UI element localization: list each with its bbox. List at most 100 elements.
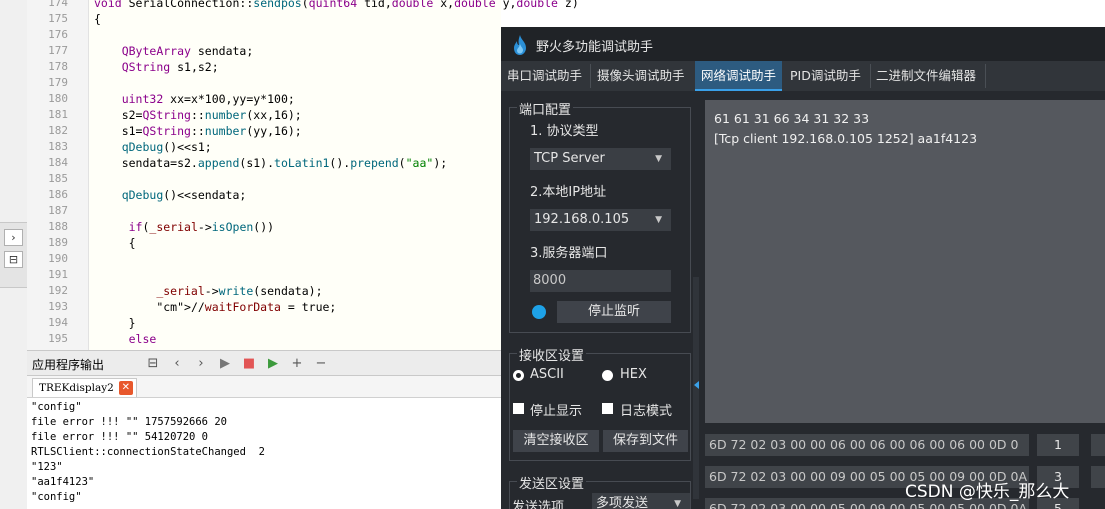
code-editor[interactable]: void SerialConnection::sendpos(quint64 t… (89, 0, 579, 350)
code-line: else (128, 332, 157, 346)
line-number: 175 (48, 12, 68, 25)
line-number: 189 (48, 236, 68, 249)
output-line: "config" (31, 401, 82, 413)
code-line: s2=QString::number(xx,16); (94, 108, 302, 122)
output-text: "config" file error !!! "" 1757592666 20 f… (27, 398, 501, 509)
receive-area[interactable]: 61 61 31 66 34 31 32 33 [Tcp client 192.… (705, 100, 1105, 423)
receive-line: [Tcp client 192.168.0.105 1252] aa1f4123 (714, 131, 978, 146)
line-number: 188 (48, 220, 68, 233)
code-line: "cm">//waitForData = true; (156, 300, 337, 314)
line-number: 180 (48, 92, 68, 105)
ide-side-strip: › ⊟ (0, 222, 27, 288)
line-number: 185 (48, 172, 68, 185)
send-option-select[interactable]: 多项发送 ▼ (592, 493, 690, 509)
protocol-value: TCP Server (534, 151, 605, 166)
stop-display-label: 停止显示 (530, 404, 583, 419)
line-number: 191 (48, 268, 68, 281)
line-number: 181 (48, 108, 68, 121)
output-line: RTLSClient::connectionStateChanged 2 (31, 446, 265, 458)
collapse-arrow-icon[interactable] (694, 381, 699, 389)
main-tabbar: 串口调试助手 摄像头调试助手 网络调试助手 PID调试助手 二进制文件编辑器 (501, 61, 1105, 91)
close-icon[interactable]: ✕ (118, 381, 133, 395)
send-option-label: 发送选项 (512, 500, 565, 509)
stop-listen-button[interactable]: 停止监听 (557, 301, 671, 323)
log-mode-checkbox[interactable] (602, 403, 613, 414)
line-number: 195 (48, 332, 68, 345)
hex-radio[interactable] (602, 370, 613, 381)
tab-network[interactable]: 网络调试助手 (695, 61, 783, 91)
prev-icon[interactable]: ‹ (169, 356, 185, 372)
output-tab[interactable]: TREKdisplay2 ✕ (32, 378, 137, 397)
save-to-file-button[interactable]: 保存到文件 (603, 430, 688, 452)
hex-label: HEX (620, 367, 647, 382)
tab-camera[interactable]: 摄像头调试助手 (591, 61, 691, 91)
tab-binary-editor[interactable]: 二进制文件编辑器 (870, 61, 982, 91)
code-line: qDebug()<<s1; (121, 140, 212, 154)
collapse-icon[interactable]: ⊟ (4, 251, 23, 268)
send-option-value: 多项发送 (596, 496, 649, 509)
preset-send-button[interactable] (1091, 434, 1105, 456)
port-config-title: 端口配置 (517, 99, 574, 118)
filter-icon[interactable]: ⊟ (145, 356, 161, 372)
protocol-select[interactable]: TCP Server ▼ (530, 148, 671, 170)
line-number: 186 (48, 188, 68, 201)
line-number: 177 (48, 44, 68, 57)
line-number: 187 (48, 204, 68, 217)
output-line: file error !!! "" 1757592666 20 (31, 416, 227, 428)
code-line: { (94, 236, 136, 250)
ip-value: 192.168.0.105 (534, 212, 630, 227)
preset-index[interactable]: 1 (1037, 434, 1079, 456)
line-number: 190 (48, 252, 68, 265)
code-line: { (94, 12, 101, 26)
stop-icon[interactable]: ■ (241, 356, 257, 372)
line-number: 183 (48, 140, 68, 153)
panel-splitter[interactable] (693, 277, 699, 499)
ascii-radio[interactable] (513, 370, 524, 381)
minus-icon[interactable]: − (313, 356, 329, 372)
window-title: 野火多功能调试助手 (536, 40, 654, 55)
expand-icon[interactable]: › (4, 229, 23, 246)
tab-pid[interactable]: PID调试助手 (784, 61, 867, 91)
preset-send-input[interactable]: 6D 72 02 03 00 00 06 00 06 00 06 00 06 0… (705, 434, 1029, 456)
output-pane-title: 应用程序输出 (32, 358, 105, 372)
ip-label: 2.本地IP地址 (530, 185, 607, 200)
status-indicator-icon (532, 305, 546, 319)
line-number-gutter: 174 175 176 177 178 179 180 181 182 183 184 185 186 1… (27, 0, 89, 350)
output-line: file error !!! "" 54120720 0 (31, 431, 209, 443)
receive-line: 61 61 31 66 34 31 32 33 (714, 111, 870, 126)
preset-send-button[interactable] (1091, 466, 1105, 488)
code-line: qDebug()<<sendata; (121, 188, 247, 202)
line-number: 182 (48, 124, 68, 137)
line-number: 184 (48, 156, 68, 169)
output-toolbar: ⊟ ‹ › ▶ ■ ▶ + − (145, 355, 329, 373)
chevron-down-icon: ▼ (655, 154, 662, 164)
server-port-input[interactable]: 8000 (530, 270, 671, 292)
line-number: 179 (48, 76, 68, 89)
output-tabbar: TREKdisplay2 ✕ (27, 376, 501, 398)
protocol-label: 1. 协议类型 (530, 124, 599, 139)
watermark: CSDN @快乐_那么大 (905, 482, 1070, 502)
line-number: 193 (48, 300, 68, 313)
clear-receive-button[interactable]: 清空接收区 (513, 430, 599, 452)
debug-run-icon[interactable]: ▶ (265, 356, 281, 372)
output-line: "config" (31, 491, 82, 503)
output-pane-header: 应用程序输出 ⊟ ‹ › ▶ ■ ▶ + − (27, 350, 501, 376)
screen: › ⊟ 174 175 176 177 178 179 180 181 182 183 184 185… (0, 0, 1105, 509)
stop-display-checkbox[interactable] (513, 403, 524, 414)
tab-serial[interactable]: 串口调试助手 (501, 61, 588, 91)
output-line: "aa1f4123" (31, 476, 95, 488)
line-number: 176 (48, 28, 68, 41)
send-config-title: 发送区设置 (517, 473, 587, 492)
code-line: } (94, 316, 136, 330)
chevron-down-icon: ▼ (655, 215, 662, 225)
debug-tool-window: 野火多功能调试助手 串口调试助手 摄像头调试助手 网络调试助手 PID调试助手 … (501, 27, 1105, 509)
add-icon[interactable]: + (289, 356, 305, 372)
flame-logo-icon (514, 35, 526, 55)
next-icon[interactable]: › (193, 356, 209, 372)
code-line: uint32 xx=x*100,yy=y*100; (121, 92, 295, 106)
run-icon[interactable]: ▶ (217, 356, 233, 372)
code-line: void SerialConnection::sendpos(quint64 t… (94, 0, 579, 10)
ip-select[interactable]: 192.168.0.105 ▼ (530, 209, 671, 231)
line-number: 178 (48, 60, 68, 73)
code-line: sendata=s2.append(s1).toLatin1().prepend… (94, 156, 448, 170)
